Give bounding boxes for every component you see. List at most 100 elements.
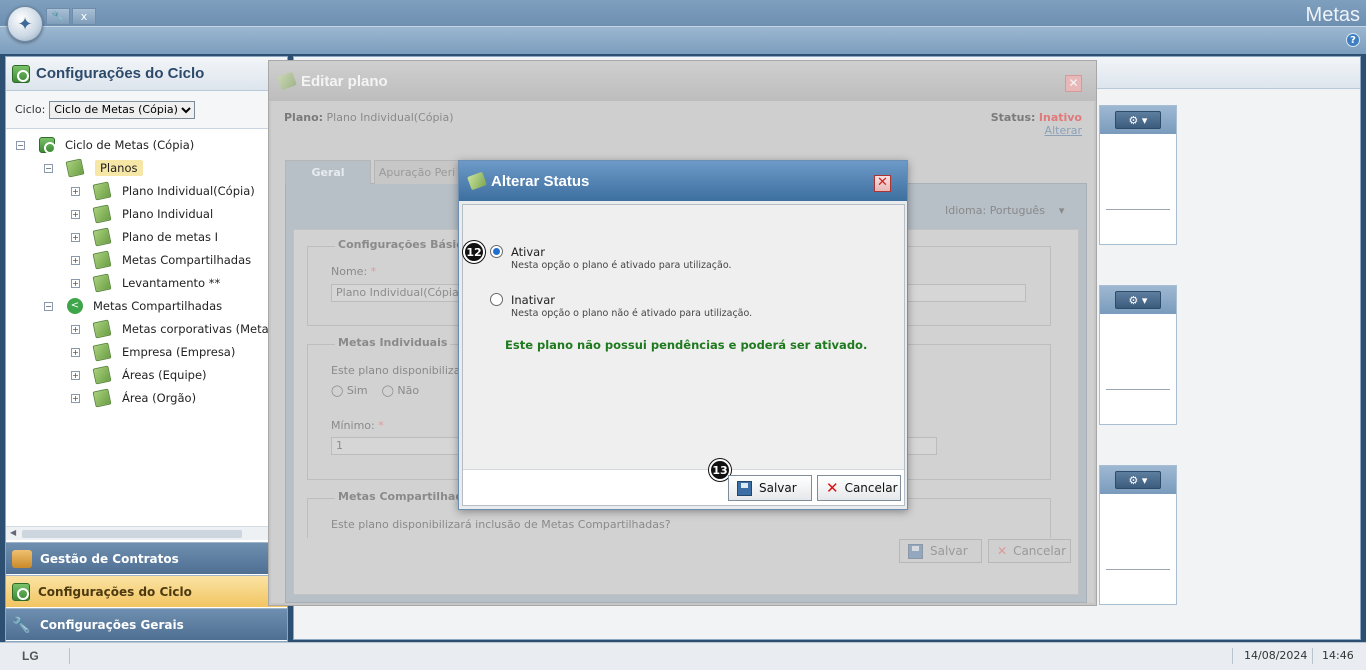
left-panel: Configurações do Ciclo Ciclo: Ciclo de M… (5, 56, 304, 642)
step-badge: 12 (463, 241, 485, 263)
idioma-label: Idioma: (945, 204, 987, 217)
tree-node-label: Plano Individual(Cópia) (122, 184, 255, 198)
contracts-icon (12, 549, 32, 568)
accordion-label: Configurações Gerais (40, 617, 184, 632)
plano-label: Plano: (284, 111, 324, 124)
cycle-selector-row: Ciclo: Ciclo de Metas (Cópia) (6, 91, 287, 129)
accordion-gestao-contratos[interactable]: Gestão de Contratos (6, 542, 287, 574)
tree-node-label: Levantamento ** (122, 276, 221, 290)
pencil-icon (467, 171, 487, 191)
idioma-value[interactable]: Português (990, 204, 1045, 217)
expand-icon[interactable]: + (71, 324, 80, 334)
brand-logo: LG (22, 649, 39, 663)
edit-plan-close-button[interactable]: ✕ (1065, 75, 1082, 92)
scrollbar-thumb[interactable] (22, 530, 242, 538)
expand-icon[interactable]: + (71, 370, 80, 380)
gear-menu-button[interactable]: ⚙ ▾ (1115, 471, 1161, 489)
expand-icon[interactable]: + (71, 232, 80, 242)
tree-node-plan[interactable]: + Metas Compartilhadas (71, 250, 251, 270)
pencil-icon (277, 71, 297, 91)
app-logo-icon[interactable]: ✦ (7, 6, 43, 42)
ativar-radio[interactable] (490, 245, 503, 258)
tree-node-label: Empresa (Empresa) (122, 345, 236, 359)
tree-node-label: Área (Orgão) (122, 391, 197, 405)
scroll-left-icon[interactable]: ◀ (10, 528, 16, 537)
tree-node-root[interactable]: − Ciclo de Metas (Cópia) (16, 135, 194, 155)
status-message: Este plano não possui pendências e poder… (505, 338, 868, 352)
tree-node-shared-item[interactable]: + Empresa (Empresa) (71, 342, 235, 362)
tree-node-label: Áreas (Equipe) (122, 368, 207, 382)
expand-icon[interactable]: + (71, 186, 80, 196)
plan-icon (92, 388, 112, 408)
minimo-label: Mínimo: (331, 419, 375, 432)
inativar-radio[interactable] (490, 293, 503, 306)
tree-node-label: Planos (95, 160, 143, 176)
nao-option[interactable]: Não (397, 384, 419, 397)
save-button[interactable]: Salvar (728, 475, 812, 501)
expand-icon[interactable]: + (71, 347, 80, 357)
tree-node-plan[interactable]: + Plano de metas I (71, 227, 218, 247)
tree-node-shared[interactable]: − < Metas Compartilhadas (44, 296, 222, 316)
ativar-label[interactable]: Ativar (511, 245, 545, 259)
status-time: 14:46 (1322, 649, 1354, 662)
cycle-config-icon (12, 582, 30, 601)
widget-box: ⚙ ▾ (1099, 285, 1177, 425)
tree-node-plan[interactable]: + Levantamento ** (71, 273, 220, 293)
plan-icon (92, 250, 112, 270)
wrench-icon[interactable]: 🔧 (46, 8, 70, 25)
alterar-link[interactable]: Alterar (1045, 124, 1082, 137)
tree-node-shared-item[interactable]: + Área (Orgão) (71, 388, 196, 408)
change-status-close-button[interactable]: ✕ (874, 175, 891, 192)
cycle-select[interactable]: Ciclo de Metas (Cópia) (49, 100, 196, 119)
tree-node-shared-item[interactable]: + Áreas (Equipe) (71, 365, 207, 385)
tab-apuracao[interactable]: Apuração Peri (374, 160, 460, 184)
widget-box: ⚙ ▾ (1099, 465, 1177, 605)
plan-icon (92, 204, 112, 224)
expand-icon[interactable]: + (71, 255, 80, 265)
plano-value: Plano Individual(Cópia) (326, 111, 454, 124)
collapse-icon[interactable]: − (44, 301, 53, 311)
cycle-label: Ciclo: (15, 103, 46, 116)
tree-node-label: Ciclo de Metas (Cópia) (65, 138, 195, 152)
gear-menu-button[interactable]: ⚙ ▾ (1115, 291, 1161, 309)
accordion-label: Configurações do Ciclo (38, 584, 192, 599)
ativar-description: Nesta opção o plano é ativado para utili… (511, 260, 732, 271)
help-icon[interactable]: ? (1346, 33, 1360, 47)
plan-icon (92, 365, 112, 385)
nome-label: Nome: (331, 265, 368, 278)
widget-box: ⚙ ▾ (1099, 105, 1177, 245)
tree-node-planos[interactable]: − Planos (44, 158, 143, 178)
gear-menu-button[interactable]: ⚙ ▾ (1115, 111, 1161, 129)
change-status-content: 12 Ativar Nesta opção o plano é ativado … (462, 204, 905, 506)
app-title: Metas (1305, 4, 1360, 26)
top-strip (0, 26, 1366, 54)
change-status-footer: 13 Salvar ✕ Cancelar (463, 459, 904, 505)
plan-icon (92, 319, 112, 339)
collapse-icon[interactable]: − (16, 140, 25, 150)
tree-node-plan[interactable]: + Plano Individual(Cópia) (71, 181, 255, 201)
tree-node-label: Metas Compartilhadas (93, 299, 223, 313)
plan-icon (92, 342, 112, 362)
inativar-label[interactable]: Inativar (511, 293, 555, 307)
sim-option[interactable]: Sim (347, 384, 368, 397)
cancel-button[interactable]: ✕ Cancelar (817, 475, 901, 501)
wrench-icon: 🔧 (12, 615, 31, 634)
edit-save-button[interactable]: Salvar (899, 539, 982, 563)
expand-icon[interactable]: + (71, 209, 80, 219)
change-status-header: Alterar Status (459, 161, 907, 201)
expand-icon[interactable]: + (71, 393, 80, 403)
status-date: 14/08/2024 (1244, 649, 1308, 662)
status-value: Inativo (1038, 111, 1082, 124)
individuais-question: Este plano disponibilizará i (331, 364, 479, 377)
accordion-configuracoes-ciclo[interactable]: Configurações do Ciclo (6, 575, 287, 607)
horizontal-scrollbar[interactable]: ◀ (6, 526, 287, 540)
accordion-configuracoes-gerais[interactable]: 🔧 Configurações Gerais (6, 608, 287, 640)
tree-node-plan[interactable]: + Plano Individual (71, 204, 213, 224)
collapse-icon[interactable]: − (44, 163, 53, 173)
change-status-dialog: Alterar Status ✕ 12 Ativar Nesta opção o… (458, 160, 908, 510)
edit-cancel-button[interactable]: ✕ Cancelar (988, 539, 1071, 563)
toolbar-close-button[interactable]: x (72, 8, 96, 25)
tree-node-label: Plano Individual (122, 207, 214, 221)
expand-icon[interactable]: + (71, 278, 80, 288)
tab-geral[interactable]: Geral (285, 160, 371, 184)
